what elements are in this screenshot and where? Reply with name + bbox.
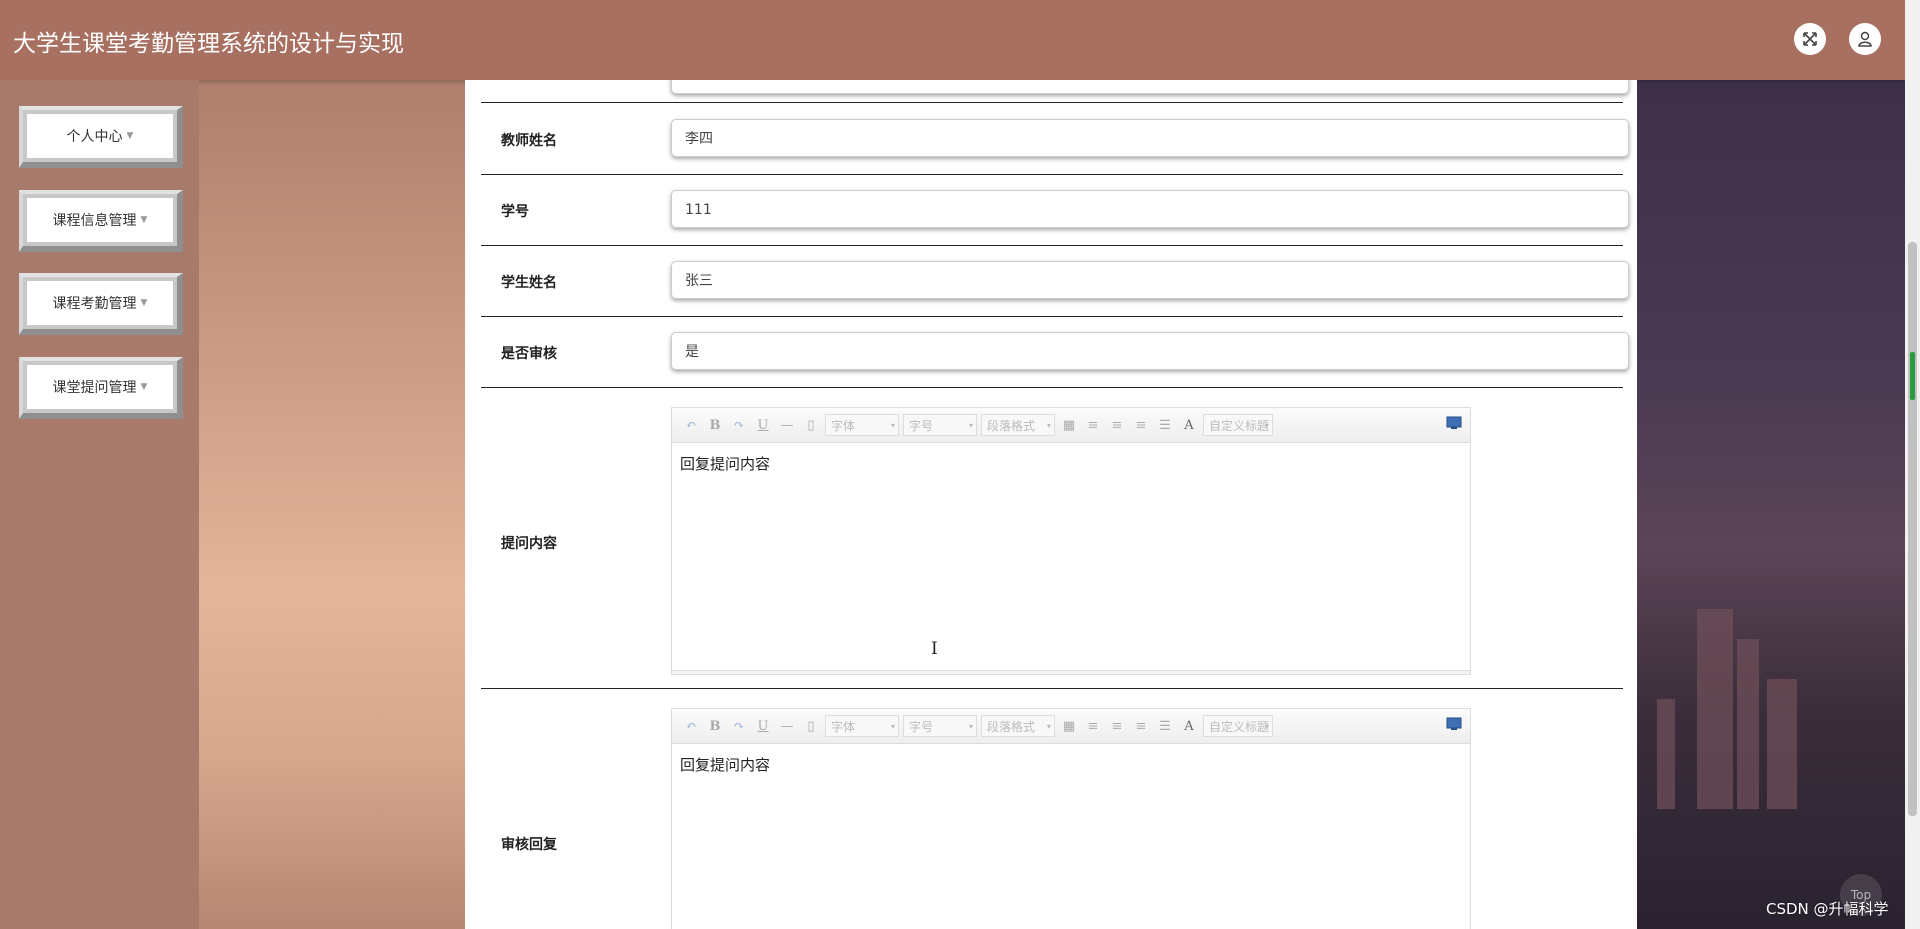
editor-content[interactable]: 回复提问内容	[672, 443, 1470, 484]
custom-title-select[interactable]: 自定义标题	[1203, 715, 1273, 737]
reviewed-label: 是否审核	[501, 346, 557, 362]
form-row-teacher-name: 教师姓名 李四	[481, 103, 1629, 175]
editor-toolbar: ↶ B ↷ U — ▯ 字体 字号 段落格式 ▦ ≡ ≡ ≡ ☰ A 自定义标题	[672, 709, 1470, 744]
custom-title-select[interactable]: 自定义标题	[1203, 414, 1273, 436]
align-center-icon[interactable]: ≡	[1129, 714, 1153, 738]
expand-icon	[1803, 32, 1817, 46]
underline-button[interactable]: U	[751, 714, 775, 738]
caret-down-icon: ▼	[126, 131, 134, 141]
form-row-review-reply: 审核回复 ↶ B ↷ U — ▯ 字体 字号 段落格式 ▦ ≡ ≡ ≡ ☰ A …	[481, 688, 1623, 929]
font-color-button[interactable]: A	[1177, 413, 1201, 437]
editor-statusbar	[672, 670, 1470, 674]
font-size-select[interactable]: 字号	[903, 414, 977, 436]
student-name-label: 学生姓名	[501, 275, 557, 291]
table-icon[interactable]: ▦	[1057, 714, 1081, 738]
caret-down-icon: ▼	[140, 382, 148, 392]
align-left-icon[interactable]: ≡	[1081, 413, 1105, 437]
sidebar: 个人中心 ▼ 课程信息管理 ▼ 课程考勤管理 ▼ 课堂提问管理 ▼	[0, 80, 199, 929]
form-row-reviewed: 是否审核 是	[481, 316, 1629, 388]
bold-button[interactable]: B	[703, 413, 727, 437]
font-select[interactable]: 字体	[825, 414, 899, 436]
align-center-icon[interactable]: ≡	[1129, 413, 1153, 437]
sidebar-item-label: 课程信息管理	[52, 213, 137, 229]
align-justify-icon[interactable]: ☰	[1153, 413, 1177, 437]
question-content-editor[interactable]: ↶ B ↷ U — ▯ 字体 字号 段落格式 ▦ ≡ ≡ ≡ ☰ A 自定义标题	[671, 407, 1471, 675]
page-scrollbar[interactable]	[1905, 0, 1920, 929]
form-row-student-id: 学号 111	[481, 174, 1629, 246]
editor-toolbar: ↶ B ↷ U — ▯ 字体 字号 段落格式 ▦ ≡ ≡ ≡ ☰ A 自定义标题	[672, 408, 1470, 443]
app-header: 大学生课堂考勤管理系统的设计与实现	[0, 0, 1920, 80]
review-reply-editor[interactable]: ↶ B ↷ U — ▯ 字体 字号 段落格式 ▦ ≡ ≡ ≡ ☰ A 自定义标题	[671, 708, 1471, 929]
reviewed-input[interactable]: 是	[671, 332, 1629, 370]
editor-content[interactable]: 回复提问内容	[672, 744, 1470, 785]
form-row-student-name: 学生姓名 张三	[481, 245, 1629, 317]
form-row-previous	[481, 80, 1629, 103]
font-select[interactable]: 字体	[825, 715, 899, 737]
user-button[interactable]	[1849, 23, 1881, 55]
redo-icon[interactable]: ↷	[727, 714, 751, 738]
student-name-input[interactable]: 张三	[671, 261, 1629, 299]
watermark: CSDN @升幅科学	[1766, 900, 1889, 918]
blank-page-icon[interactable]: ▯	[799, 413, 823, 437]
app-title: 大学生课堂考勤管理系统的设计与实现	[13, 31, 404, 57]
sidebar-item-label: 课程考勤管理	[52, 296, 137, 312]
background-right	[1637, 80, 1907, 929]
sidebar-item-personal-center[interactable]: 个人中心 ▼	[19, 106, 183, 168]
horizontal-rule-icon[interactable]: —	[775, 714, 799, 738]
undo-icon[interactable]: ↶	[679, 714, 703, 738]
text-cursor-icon: I	[931, 639, 938, 659]
blank-page-icon[interactable]: ▯	[799, 714, 823, 738]
align-right-icon[interactable]: ≡	[1105, 714, 1129, 738]
sidebar-item-course-attendance[interactable]: 课程考勤管理 ▼	[19, 273, 183, 335]
fullscreen-editor-icon[interactable]	[1446, 416, 1462, 430]
user-icon	[1858, 31, 1872, 47]
student-id-input[interactable]: 111	[671, 190, 1629, 228]
previous-input[interactable]	[671, 80, 1629, 94]
form-row-question-content: 提问内容 ↶ B ↷ U — ▯ 字体 字号 段落格式 ▦ ≡ ≡ ≡ ☰ A …	[481, 387, 1623, 689]
align-justify-icon[interactable]: ☰	[1153, 714, 1177, 738]
font-size-select[interactable]: 字号	[903, 715, 977, 737]
align-left-icon[interactable]: ≡	[1081, 714, 1105, 738]
student-id-label: 学号	[501, 204, 529, 220]
table-icon[interactable]: ▦	[1057, 413, 1081, 437]
horizontal-rule-icon[interactable]: —	[775, 413, 799, 437]
question-content-label: 提问内容	[501, 536, 557, 552]
teacher-name-input[interactable]: 李四	[671, 119, 1629, 157]
form-panel: 教师姓名 李四 学号 111 学生姓名 张三 是否审核 是 提问内容 ↶ B ↷…	[465, 80, 1637, 929]
font-color-button[interactable]: A	[1177, 714, 1201, 738]
paragraph-format-select[interactable]: 段落格式	[981, 414, 1055, 436]
sidebar-item-label: 课堂提问管理	[52, 380, 137, 396]
scrollbar-thumb[interactable]	[1908, 242, 1917, 816]
paragraph-format-select[interactable]: 段落格式	[981, 715, 1055, 737]
sidebar-item-label: 个人中心	[66, 129, 123, 145]
scrollbar-marker	[1910, 352, 1915, 400]
teacher-name-label: 教师姓名	[501, 133, 557, 149]
review-reply-label: 审核回复	[501, 837, 557, 853]
fullscreen-editor-icon[interactable]	[1446, 717, 1462, 731]
underline-button[interactable]: U	[751, 413, 775, 437]
background-left	[199, 80, 465, 929]
sidebar-item-class-questions[interactable]: 课堂提问管理 ▼	[19, 357, 183, 419]
fullscreen-button[interactable]	[1794, 23, 1826, 55]
caret-down-icon: ▼	[140, 215, 148, 225]
redo-icon[interactable]: ↷	[727, 413, 751, 437]
undo-icon[interactable]: ↶	[679, 413, 703, 437]
caret-down-icon: ▼	[140, 298, 148, 308]
sidebar-item-course-info[interactable]: 课程信息管理 ▼	[19, 190, 183, 252]
align-right-icon[interactable]: ≡	[1105, 413, 1129, 437]
bold-button[interactable]: B	[703, 714, 727, 738]
